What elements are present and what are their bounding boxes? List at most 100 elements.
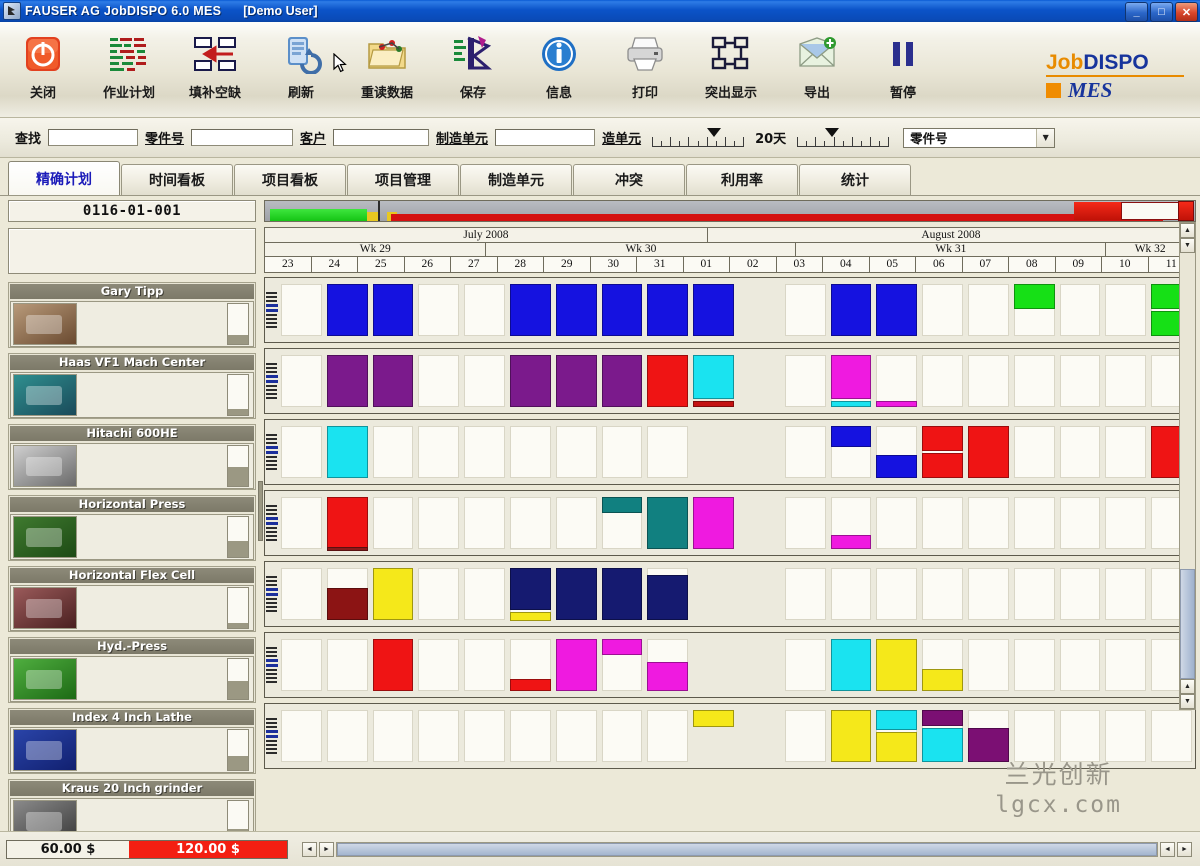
timeline-day[interactable]: 07 [963,257,1010,272]
gantt-operation-block[interactable] [510,284,551,336]
gantt-slot[interactable] [510,710,551,762]
gantt-slot[interactable] [968,639,1009,691]
gantt-operation-block[interactable] [327,497,368,549]
gantt-slot[interactable] [968,284,1009,336]
gantt-slot[interactable] [464,568,505,620]
hscroll-track[interactable] [336,842,1158,857]
gantt-slot[interactable] [1014,355,1055,407]
machine-row[interactable]: Index 4 Inch Lathe [8,708,256,774]
toolbar-button-refresh[interactable]: 刷新 [258,22,344,114]
gantt-slot[interactable] [418,639,459,691]
gantt-operation-block[interactable] [510,679,551,691]
scrollbar-track[interactable] [1180,253,1195,569]
timeline-day[interactable]: 25 [358,257,405,272]
gantt-slot[interactable] [1060,497,1101,549]
gantt-operation-block[interactable] [510,355,551,407]
gantt-operation-block[interactable] [602,497,643,513]
machine-row[interactable]: Hitachi 600HE [8,424,256,490]
gantt-slot[interactable] [785,355,826,407]
timeline-day[interactable]: 03 [777,257,824,272]
scroll-down-button[interactable]: ▼ [1180,238,1195,253]
timeline-day[interactable]: 09 [1056,257,1103,272]
gantt-slot[interactable] [464,710,505,762]
tab-1[interactable]: 精确计划 [8,161,120,195]
gantt-slot[interactable] [922,355,963,407]
gantt-slot[interactable] [1105,568,1146,620]
gantt-slot[interactable] [373,710,414,762]
gantt-operation-block[interactable] [968,426,1009,478]
toolbar-button-close[interactable]: 关闭 [0,22,86,114]
gantt-slot[interactable] [647,710,688,762]
gantt-slot[interactable] [831,568,872,620]
machine-row[interactable]: Hyd.-Press [8,637,256,703]
gantt-operation-block[interactable] [831,426,872,447]
gantt-operation-block[interactable] [1014,284,1055,309]
gantt-operation-block[interactable] [922,669,963,691]
chevron-down-icon[interactable]: ▼ [1036,129,1054,147]
machine-row[interactable]: Horizontal Flex Cell [8,566,256,632]
gantt-slot[interactable] [1105,426,1146,478]
gantt-slot[interactable] [876,355,917,407]
gantt-slot[interactable] [602,426,643,478]
gantt-row[interactable] [264,419,1196,485]
gantt-slot[interactable] [785,497,826,549]
gantt-operation-block[interactable] [876,710,917,730]
gantt-slot[interactable] [785,284,826,336]
gantt-operation-block[interactable] [876,639,917,691]
gantt-operation-block[interactable] [922,426,963,451]
gantt-slot[interactable] [464,355,505,407]
toolbar-button-print[interactable]: 打印 [602,22,688,114]
gantt-slot[interactable] [1105,355,1146,407]
tab-8[interactable]: 统计 [799,164,911,195]
gantt-operation-block[interactable] [922,453,963,478]
gantt-slot[interactable] [327,639,368,691]
gantt-slot[interactable] [510,426,551,478]
scrollbar-thumb[interactable] [1180,569,1195,679]
gantt-operation-block[interactable] [327,284,368,336]
gantt-slot[interactable] [281,497,322,549]
gantt-slot[interactable] [281,284,322,336]
gantt-slot[interactable] [1060,710,1101,762]
manufacturing-cell-input[interactable] [495,129,595,146]
gantt-slot[interactable] [1151,710,1192,762]
gantt-operation-block[interactable] [831,639,872,691]
gantt-operation-block[interactable] [373,355,414,407]
gantt-slot[interactable] [1060,284,1101,336]
gantt-slot[interactable] [1014,710,1055,762]
gantt-operation-block[interactable] [556,355,597,407]
gantt-slot[interactable] [785,568,826,620]
gantt-slot[interactable] [1105,710,1146,762]
tab-5[interactable]: 制造单元 [460,164,572,195]
gantt-slot[interactable] [373,426,414,478]
timeline-day[interactable]: 30 [591,257,638,272]
gantt-row[interactable] [264,561,1196,627]
timeline-day[interactable]: 10 [1102,257,1149,272]
gantt-operation-block[interactable] [922,710,963,726]
close-button[interactable]: ✕ [1175,2,1198,22]
timeline-day[interactable]: 01 [684,257,731,272]
gantt-operation-block[interactable] [831,284,872,336]
gantt-operation-block[interactable] [693,497,734,549]
gantt-slot[interactable] [418,355,459,407]
gantt-slot[interactable] [1060,639,1101,691]
gantt-slot[interactable] [968,497,1009,549]
gantt-operation-block[interactable] [831,710,872,762]
gantt-operation-block[interactable] [876,732,917,762]
timeline-day[interactable]: 29 [544,257,591,272]
tab-4[interactable]: 项目管理 [347,164,459,195]
gantt-slot[interactable] [876,568,917,620]
gantt-operation-block[interactable] [556,568,597,620]
toolbar-button-info[interactable]: 信息 [516,22,602,114]
tab-6[interactable]: 冲突 [573,164,685,195]
gantt-operation-block[interactable] [327,426,368,478]
gantt-slot[interactable] [968,355,1009,407]
gantt-slot[interactable] [418,426,459,478]
gantt-slot[interactable] [556,426,597,478]
toolbar-button-save[interactable]: 保存 [430,22,516,114]
gantt-slot[interactable] [1060,355,1101,407]
gantt-row[interactable] [264,632,1196,698]
unit-zoom-slider[interactable] [652,127,744,149]
gantt-operation-block[interactable] [831,355,872,399]
gantt-operation-block[interactable] [373,284,414,336]
note-panel[interactable] [8,228,256,274]
